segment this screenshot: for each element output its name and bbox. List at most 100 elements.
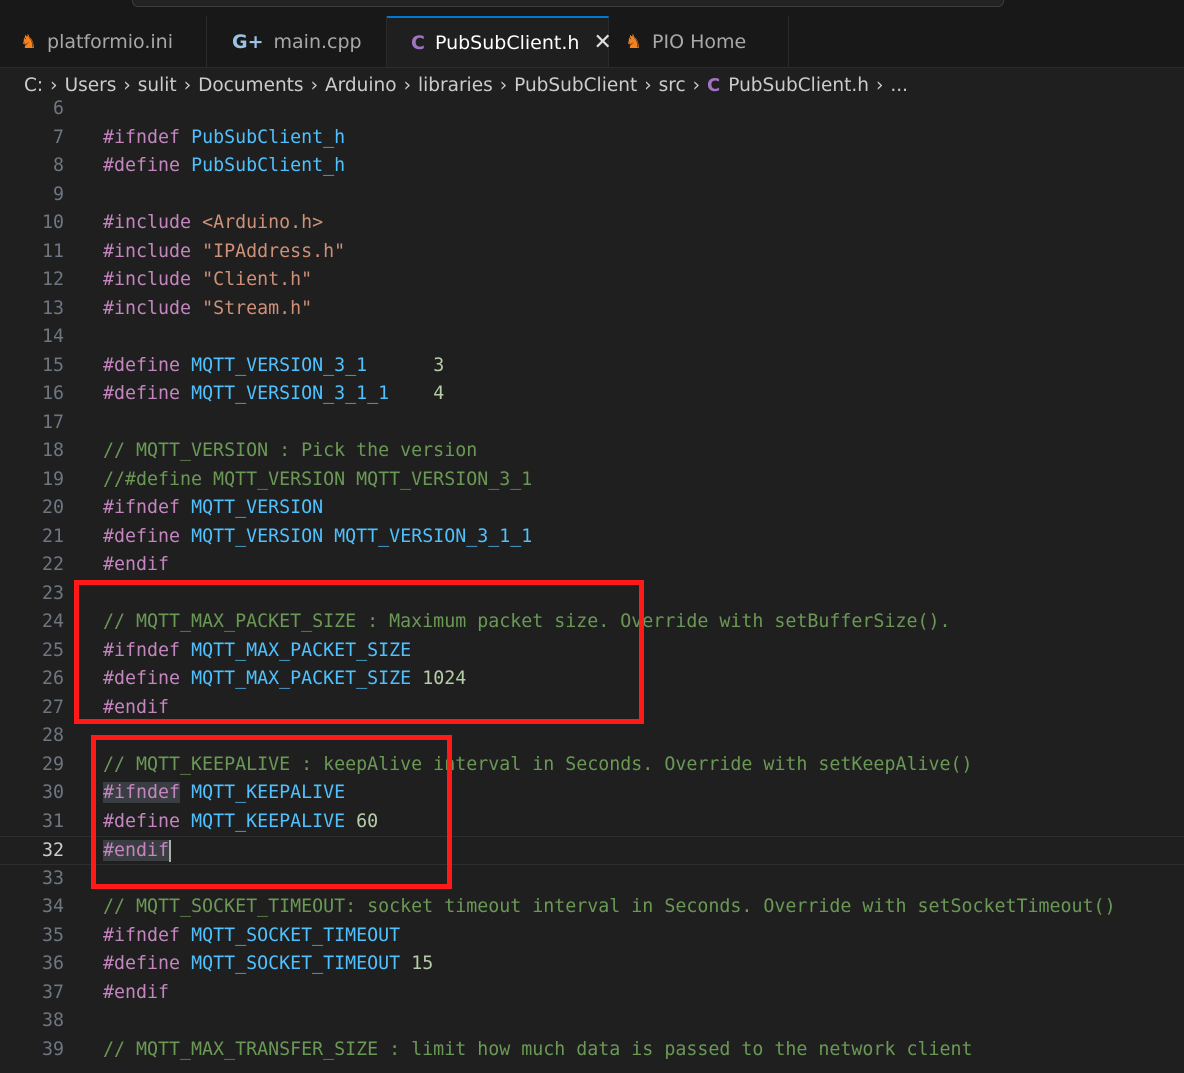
code-line[interactable]: 9 — [0, 181, 1184, 210]
chevron-right-icon: › — [403, 74, 411, 96]
line-number: 34 — [41, 896, 64, 917]
tab-platformio-ini[interactable]: ♞ platformio.ini — [0, 16, 207, 67]
annotation-box-keepalive — [91, 735, 452, 889]
chevron-right-icon: › — [499, 74, 508, 96]
line-number: 21 — [41, 525, 64, 547]
code-line[interactable]: 17 — [0, 409, 1184, 438]
tab-label: main.cpp — [273, 30, 362, 53]
code-text: #include "Stream.h" — [103, 295, 312, 324]
code-text: #ifndef PubSubClient_h — [103, 124, 345, 153]
code-line[interactable]: 11 #include "IPAddress.h" — [0, 238, 1184, 267]
line-number: 19 — [41, 468, 64, 490]
code-line[interactable]: 38 — [0, 1007, 1184, 1036]
platformio-icon: ♞ — [625, 30, 643, 53]
breadcrumb-item[interactable]: src — [659, 75, 686, 96]
chevron-right-icon: › — [123, 74, 131, 96]
code-token: MQTT_VERSION_3_1_1 — [334, 525, 533, 547]
line-number: 31 — [41, 810, 64, 832]
cpp-file-icon: G+ — [232, 30, 264, 53]
code-line[interactable]: 37 #endif — [0, 979, 1184, 1008]
code-token: MQTT_SOCKET_TIMEOUT — [191, 924, 401, 946]
code-line[interactable]: 13 #include "Stream.h" — [0, 295, 1184, 324]
breadcrumb-item[interactable]: PubSubClient — [514, 75, 637, 96]
code-line[interactable]: 16 #define MQTT_VERSION_3_1_1 4 — [0, 380, 1184, 409]
code-line[interactable]: 6 — [0, 98, 1184, 124]
code-line[interactable]: 15 #define MQTT_VERSION_3_1 3 — [0, 352, 1184, 381]
line-number: 24 — [41, 611, 64, 632]
code-token: MQTT_VERSION — [191, 497, 324, 518]
line-number: 17 — [41, 411, 64, 433]
code-token: #define — [103, 525, 181, 547]
code-line[interactable]: 12 #include "Client.h" — [0, 266, 1184, 295]
tab-label: platformio.ini — [47, 30, 173, 53]
breadcrumb-item[interactable]: C: — [24, 75, 43, 96]
line-number: 28 — [41, 725, 64, 746]
code-token: 3 — [433, 354, 445, 376]
chevron-right-icon: › — [644, 74, 652, 96]
code-token: <Arduino.h> — [202, 212, 324, 233]
code-line[interactable]: 20 #ifndef MQTT_VERSION — [0, 494, 1184, 523]
code-token: PubSubClient_h — [191, 155, 346, 176]
line-number: 35 — [41, 924, 64, 946]
breadcrumb-item[interactable]: Users — [65, 75, 117, 96]
code-line[interactable]: 8 #define PubSubClient_h — [0, 152, 1184, 181]
code-text: // MQTT_VERSION : Pick the version — [103, 437, 477, 466]
code-line[interactable]: 21 #define MQTT_VERSION MQTT_VERSION_3_1_… — [0, 523, 1184, 552]
code-text: #define MQTT_VERSION_3_1 3 — [103, 352, 444, 381]
code-token: #ifndef — [103, 924, 181, 946]
line-number: 20 — [41, 497, 64, 518]
code-line[interactable]: 10 #include <Arduino.h> — [0, 209, 1184, 238]
tab-main-cpp[interactable]: G+ main.cpp — [207, 16, 387, 67]
code-token: "Stream.h" — [202, 297, 313, 319]
code-line[interactable]: 19 //#define MQTT_VERSION MQTT_VERSION_3_… — [0, 466, 1184, 495]
code-token: #include — [103, 269, 192, 290]
tab-pio-home[interactable]: ♞ PIO Home — [609, 16, 789, 67]
title-bar — [0, 0, 1184, 16]
code-token: #define — [103, 354, 181, 376]
code-token: #define — [103, 383, 181, 404]
tab-pubsubclient-h[interactable]: C PubSubClient.h ✕ — [387, 16, 612, 67]
code-line[interactable]: 18 // MQTT_VERSION : Pick the version — [0, 437, 1184, 466]
code-line[interactable]: 36 #define MQTT_SOCKET_TIMEOUT 15 — [0, 950, 1184, 979]
line-number: 36 — [41, 953, 64, 974]
code-line[interactable]: 34 // MQTT_SOCKET_TIMEOUT: socket timeout… — [0, 893, 1184, 922]
breadcrumb-item[interactable]: PubSubClient.h — [728, 75, 869, 96]
code-editor[interactable]: 6 7 #ifndef PubSubClient_h 8 #define PubSubC… — [0, 98, 1184, 1073]
line-number: 6 — [52, 98, 64, 119]
code-line[interactable]: 14 — [0, 323, 1184, 352]
code-text: #ifndef MQTT_VERSION — [103, 494, 323, 523]
code-text: #ifndef MQTT_SOCKET_TIMEOUT — [103, 922, 400, 951]
chevron-right-icon: › — [875, 74, 884, 96]
code-line[interactable]: 39 // MQTT_MAX_TRANSFER_SIZE : limit how … — [0, 1036, 1184, 1065]
code-text: #include <Arduino.h> — [103, 209, 323, 238]
c-header-file-icon: C — [707, 74, 721, 96]
tab-label: PubSubClient.h — [434, 31, 580, 54]
code-text: #include "IPAddress.h" — [103, 238, 345, 267]
code-line[interactable]: 7 #ifndef PubSubClient_h — [0, 124, 1184, 153]
line-number: 29 — [41, 753, 64, 775]
code-line[interactable]: 35 #ifndef MQTT_SOCKET_TIMEOUT — [0, 922, 1184, 951]
code-token: 15 — [411, 953, 434, 974]
command-center[interactable] — [132, 0, 1004, 7]
breadcrumb-item[interactable]: Arduino — [325, 75, 397, 96]
chevron-right-icon: › — [183, 74, 192, 96]
c-header-file-icon: C — [411, 31, 425, 54]
code-token: MQTT_VERSION_3_1 — [191, 354, 368, 376]
breadcrumb-item[interactable]: ... — [890, 75, 908, 96]
code-line[interactable]: 22 #endif — [0, 551, 1184, 580]
breadcrumb-item[interactable]: sulit — [138, 75, 177, 96]
code-token: #include — [103, 212, 192, 233]
breadcrumb-item[interactable]: Documents — [198, 75, 303, 96]
line-number: 12 — [41, 269, 64, 290]
line-number: 13 — [41, 297, 64, 319]
code-text: // MQTT_MAX_TRANSFER_SIZE : limit how mu… — [103, 1036, 973, 1065]
breadcrumb-item[interactable]: libraries — [418, 75, 493, 96]
code-token: "IPAddress.h" — [202, 240, 346, 262]
code-token: "Client.h" — [202, 269, 313, 290]
